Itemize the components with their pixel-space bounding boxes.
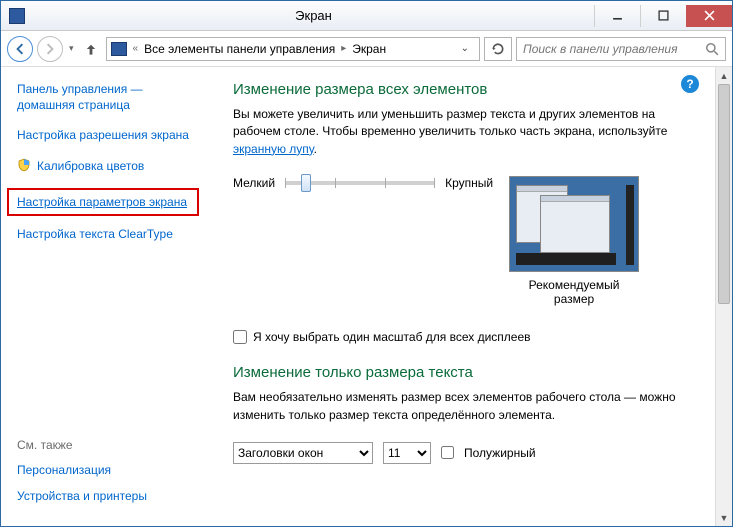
sidebar-item-display-settings[interactable]: Настройка параметров экрана bbox=[17, 194, 189, 210]
forward-button[interactable] bbox=[37, 36, 63, 62]
breadcrumb-current[interactable]: Экран bbox=[352, 42, 386, 56]
address-dropdown-icon[interactable]: ⌄ bbox=[455, 43, 475, 54]
slider-max-label: Крупный bbox=[445, 176, 493, 190]
breadcrumb-chevron-icon: « bbox=[133, 43, 139, 54]
scroll-down-button[interactable]: ▼ bbox=[716, 509, 732, 526]
bold-checkbox[interactable] bbox=[441, 446, 454, 459]
description-text-only: Вам необязательно изменять размер всех э… bbox=[233, 389, 699, 424]
see-also-heading: См. также bbox=[17, 438, 207, 452]
element-select[interactable]: Заголовки окон bbox=[233, 442, 373, 464]
slider-min-label: Мелкий bbox=[233, 176, 275, 190]
description-resize-all: Вы можете увеличить или уменьшить размер… bbox=[233, 106, 699, 158]
see-also-personalization[interactable]: Персонализация bbox=[17, 462, 207, 478]
back-button[interactable] bbox=[7, 36, 33, 62]
single-scale-label[interactable]: Я хочу выбрать один масштаб для всех дис… bbox=[253, 330, 531, 344]
preview-caption: Рекомендуемый размер bbox=[509, 278, 639, 306]
sidebar-item-calibrate[interactable]: Калибровка цветов bbox=[37, 158, 144, 174]
bold-label[interactable]: Полужирный bbox=[464, 446, 536, 460]
see-also-devices[interactable]: Устройства и принтеры bbox=[17, 488, 207, 504]
heading-resize-all: Изменение размера всех элементов bbox=[233, 81, 699, 98]
minimize-button[interactable] bbox=[594, 5, 640, 27]
font-size-select[interactable]: 11 bbox=[383, 442, 431, 464]
search-box[interactable] bbox=[516, 37, 726, 61]
app-icon bbox=[9, 8, 25, 24]
main-content: ? Изменение размера всех элементов Вы мо… bbox=[213, 67, 715, 526]
scroll-thumb[interactable] bbox=[718, 84, 730, 304]
single-scale-checkbox[interactable] bbox=[233, 330, 247, 344]
sidebar-item-highlighted: Настройка параметров экрана bbox=[7, 188, 199, 216]
help-icon[interactable]: ? bbox=[681, 75, 699, 93]
heading-text-only: Изменение только размера текста bbox=[233, 364, 699, 381]
preview-image bbox=[509, 176, 639, 272]
vertical-scrollbar[interactable]: ▲ ▼ bbox=[715, 67, 732, 526]
maximize-button[interactable] bbox=[640, 5, 686, 27]
control-panel-icon bbox=[111, 42, 127, 56]
sidebar-item-home[interactable]: Панель управления — домашняя страница bbox=[17, 81, 203, 113]
scroll-up-button[interactable]: ▲ bbox=[716, 67, 732, 84]
up-button[interactable] bbox=[80, 38, 102, 60]
breadcrumb-sep-icon: ▸ bbox=[341, 43, 346, 54]
close-button[interactable] bbox=[686, 5, 732, 27]
toolbar: ▾ « Все элементы панели управления ▸ Экр… bbox=[1, 31, 732, 67]
titlebar: Экран bbox=[1, 1, 732, 31]
slider-thumb[interactable] bbox=[301, 174, 311, 192]
shield-icon bbox=[17, 158, 31, 172]
sidebar-item-resolution[interactable]: Настройка разрешения экрана bbox=[17, 127, 189, 143]
size-slider[interactable] bbox=[285, 181, 435, 185]
window-title: Экран bbox=[33, 8, 594, 23]
sidebar-item-cleartype[interactable]: Настройка текста ClearType bbox=[17, 226, 173, 242]
magnifier-link[interactable]: экранную лупу bbox=[233, 142, 314, 156]
address-bar[interactable]: « Все элементы панели управления ▸ Экран… bbox=[106, 37, 480, 61]
sidebar: Панель управления — домашняя страница На… bbox=[1, 67, 213, 526]
history-dropdown[interactable]: ▾ bbox=[67, 43, 76, 54]
search-icon bbox=[705, 42, 719, 56]
refresh-button[interactable] bbox=[484, 37, 512, 61]
breadcrumb-root[interactable]: Все элементы панели управления bbox=[144, 42, 335, 56]
search-input[interactable] bbox=[523, 42, 699, 56]
